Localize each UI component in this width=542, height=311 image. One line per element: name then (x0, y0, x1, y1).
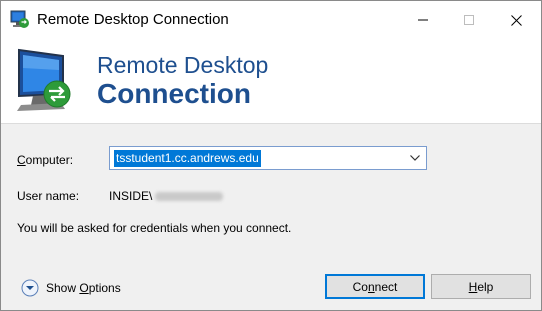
credentials-info-text: You will be asked for credentials when y… (17, 221, 292, 235)
remote-desktop-monitor-icon (13, 46, 83, 118)
rdc-window: Remote Desktop Connection Remote Desktop (0, 0, 542, 311)
help-accesskey: H (468, 279, 478, 294)
computer-label-text: omputer: (25, 153, 74, 167)
user-domain: INSIDE\ (109, 189, 153, 203)
help-label-post: elp (477, 279, 494, 294)
rdc-app-icon (9, 9, 31, 31)
connect-accesskey: n (367, 279, 375, 294)
computer-input-value[interactable]: tsstudent1.cc.andrews.edu (114, 150, 261, 167)
header-banner: Remote Desktop Connection (1, 39, 541, 124)
banner-title-line2: Connection (97, 78, 251, 109)
computer-label: Computer: (17, 153, 73, 167)
chevron-down-icon[interactable] (404, 147, 426, 169)
connect-label-pre: Co (352, 279, 368, 294)
user-name-label: User name: (17, 189, 80, 203)
maximize-button[interactable] (446, 1, 492, 39)
computer-combobox[interactable]: tsstudent1.cc.andrews.edu (109, 146, 427, 170)
show-options-label-post: ptions (88, 281, 121, 295)
minimize-icon (418, 19, 428, 21)
banner-title-line1: Remote Desktop (97, 52, 269, 78)
close-icon (510, 14, 522, 26)
expand-circle-icon[interactable] (21, 279, 39, 297)
show-options-label: Show Options (46, 281, 121, 295)
redacted-username (155, 192, 224, 202)
show-options-toggle[interactable]: Show Options (21, 278, 121, 298)
computer-label-accesskey: C (17, 153, 26, 167)
maximize-icon (464, 15, 474, 25)
user-name-value: INSIDE\ (109, 189, 224, 203)
connect-button[interactable]: Co n nect (325, 274, 425, 299)
minimize-button[interactable] (400, 1, 446, 39)
title-bar[interactable]: Remote Desktop Connection (1, 1, 541, 39)
window-title: Remote Desktop Connection (37, 11, 229, 28)
help-button[interactable]: Help (431, 274, 531, 299)
close-button[interactable] (493, 1, 539, 39)
connect-label-post: nect (374, 279, 398, 294)
show-options-label-pre: Show (46, 281, 80, 295)
show-options-accesskey: O (79, 281, 89, 295)
